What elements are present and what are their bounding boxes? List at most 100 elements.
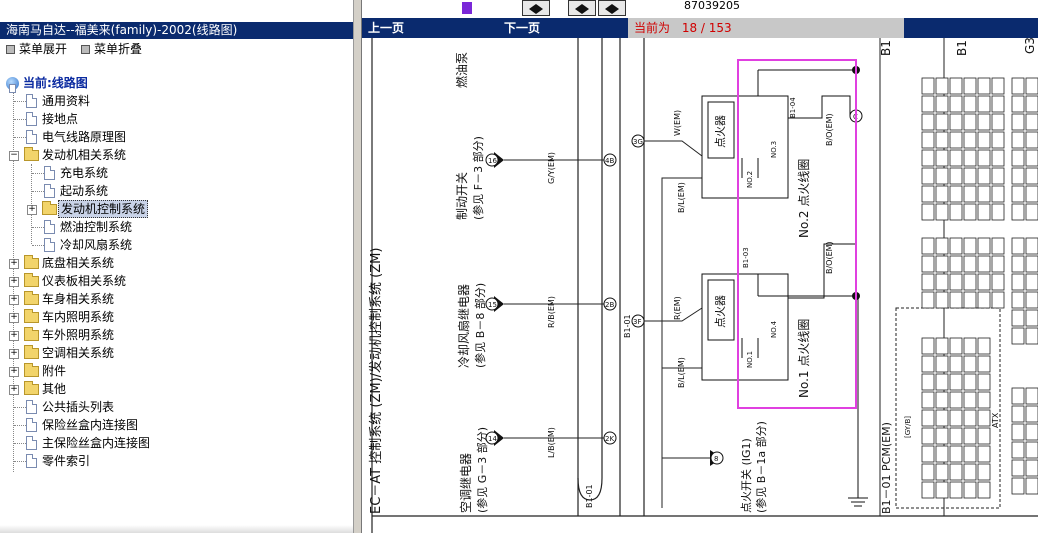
document-icon — [26, 436, 37, 450]
expand-toggle[interactable]: + — [9, 277, 19, 287]
tree-root[interactable]: 当前:线路图 — [6, 74, 351, 93]
connector-pin — [921, 237, 935, 255]
tree-item-accessory[interactable]: + 附件 — [6, 362, 351, 380]
tree-item-principle[interactable]: 电气线路原理图 — [6, 128, 351, 146]
tree-item-body[interactable]: + 车身相关系统 — [6, 290, 351, 308]
connector-pin — [935, 409, 949, 427]
brake-switch-label: 制动开关 — [455, 172, 469, 220]
tree-item-label[interactable]: 燃油控制系统 — [58, 218, 134, 236]
tree-item-label[interactable]: 通用资料 — [40, 92, 92, 110]
next-page-link[interactable]: 下一页 — [504, 18, 540, 38]
tree-item-label[interactable]: 起动系统 — [58, 182, 110, 200]
bookmark-icon[interactable] — [462, 2, 472, 14]
connector-pin — [949, 95, 963, 113]
tree-item-charging[interactable]: 充电系统 — [6, 164, 351, 182]
expand-toggle[interactable]: + — [9, 313, 19, 323]
wire-label: L/B(EM) — [547, 427, 556, 458]
expand-menu-button[interactable]: 菜单展开 — [6, 41, 67, 58]
expand-toggle[interactable]: + — [9, 331, 19, 341]
expand-toggle[interactable]: + — [27, 205, 37, 215]
tree-item-fuse-box[interactable]: 保险丝盒内连接图 — [6, 416, 351, 434]
diagram-viewer[interactable]: EC－AT 控制系统 (ZM)/发动机控制系统 (ZM) B1-01 B1-01… — [362, 38, 1038, 533]
tree-item-fuel-ctrl[interactable]: 燃油控制系统 — [6, 218, 351, 236]
folder-icon — [24, 273, 39, 287]
collapse-menu-label: 菜单折叠 — [94, 42, 143, 56]
expand-toggle[interactable]: + — [9, 367, 19, 377]
connector-pin — [1025, 149, 1038, 167]
connector-pin — [977, 445, 991, 463]
tree-root-label[interactable]: 当前:线路图 — [21, 74, 90, 92]
tree-item-other[interactable]: + 其他 — [6, 380, 351, 398]
tree-item-label[interactable]: 保险丝盒内连接图 — [40, 416, 140, 434]
tree-item-label[interactable]: 发动机相关系统 — [40, 146, 128, 164]
connector-pin — [921, 113, 935, 131]
tree-item-label[interactable]: 公共插头列表 — [40, 398, 116, 416]
tree-item-label[interactable]: 接地点 — [40, 110, 80, 128]
expand-toggle[interactable]: + — [9, 295, 19, 305]
tree-item-interior-light[interactable]: + 车内照明系统 — [6, 308, 351, 326]
tree-item-chassis[interactable]: + 底盘相关系统 — [6, 254, 351, 272]
tree-item-label[interactable]: 车内照明系统 — [40, 308, 116, 326]
connector-pin — [935, 273, 949, 291]
terminal-label: 4B — [605, 157, 614, 165]
connector-pin — [977, 427, 991, 445]
tree-item-label[interactable]: 空调相关系统 — [40, 344, 116, 362]
connector-pin — [949, 355, 963, 373]
tree-item-label[interactable]: 其他 — [40, 380, 68, 398]
document-icon — [44, 238, 55, 252]
tree-item-starting[interactable]: 起动系统 — [6, 182, 351, 200]
collapse-toggle[interactable]: − — [9, 151, 19, 161]
wire-label: B/L(EM) — [677, 357, 686, 388]
expand-toggle[interactable]: + — [9, 259, 19, 269]
connector-pin — [977, 291, 991, 309]
top-toolbar: 87039205 — [362, 0, 1038, 18]
tree-item-dash[interactable]: + 仪表板相关系统 — [6, 272, 351, 290]
connector-pin — [921, 463, 935, 481]
wire-label: R/B(EM) — [547, 296, 556, 328]
expand-menu-label: 菜单展开 — [19, 42, 68, 56]
tree-item-main-fuse-box[interactable]: 主保险丝盒内连接图 — [6, 434, 351, 452]
tree-item-engine[interactable]: − 发动机相关系统 — [6, 146, 351, 164]
collapse-menu-button[interactable]: 菜单折叠 — [81, 41, 142, 58]
connector-pin — [935, 113, 949, 131]
tree-item-label[interactable]: 冷却风扇系统 — [58, 236, 134, 254]
tree-item-general[interactable]: 通用资料 — [6, 92, 351, 110]
tree-item-parts-index[interactable]: 零件索引 — [6, 452, 351, 470]
tree-item-label[interactable]: 零件索引 — [40, 452, 92, 470]
tree-item-engine-ctrl[interactable]: + 发动机控制系统 — [6, 200, 351, 218]
document-icon — [44, 166, 55, 180]
connector-pin — [1025, 113, 1038, 131]
terminal-label: 8 — [714, 455, 718, 463]
tree-item-label[interactable]: 仪表板相关系统 — [40, 272, 128, 290]
tree-item-ground[interactable]: 接地点 — [6, 110, 351, 128]
tree-item-label[interactable]: 充电系统 — [58, 164, 110, 182]
tree-item-label[interactable]: 电气线路原理图 — [40, 128, 128, 146]
pane-splitter[interactable] — [353, 0, 362, 533]
terminal-label: 3G — [633, 138, 643, 146]
connector-pin — [1011, 131, 1025, 149]
connector-pin — [949, 113, 963, 131]
connector-pin — [991, 77, 1005, 95]
fit-width-button[interactable] — [522, 0, 550, 16]
wire-label: G/Y(EM) — [547, 152, 556, 184]
connector-pin — [935, 77, 949, 95]
tree-item-ac[interactable]: + 空调相关系统 — [6, 344, 351, 362]
connector-pin — [921, 149, 935, 167]
tree-item-label[interactable]: 车身相关系统 — [40, 290, 116, 308]
zoom-button[interactable] — [598, 0, 626, 16]
tree-item-label[interactable]: 车外照明系统 — [40, 326, 116, 344]
tree-item-fan[interactable]: 冷却风扇系统 — [6, 236, 351, 254]
tree-item-label-selected[interactable]: 发动机控制系统 — [58, 200, 149, 218]
tree-item-exterior-light[interactable]: + 车外照明系统 — [6, 326, 351, 344]
expand-toggle[interactable]: + — [9, 349, 19, 359]
connector-pin — [963, 149, 977, 167]
page-indicator-label: 当前为 — [634, 21, 671, 35]
tree-item-label[interactable]: 底盘相关系统 — [40, 254, 116, 272]
tree-item-connectors[interactable]: 公共插头列表 — [6, 398, 351, 416]
prev-page-link[interactable]: 上一页 — [368, 18, 404, 38]
expand-toggle[interactable]: + — [9, 385, 19, 395]
folder-icon — [24, 345, 39, 359]
tree-item-label[interactable]: 主保险丝盒内连接图 — [40, 434, 152, 452]
tree-item-label[interactable]: 附件 — [40, 362, 68, 380]
fit-page-button[interactable] — [568, 0, 596, 16]
